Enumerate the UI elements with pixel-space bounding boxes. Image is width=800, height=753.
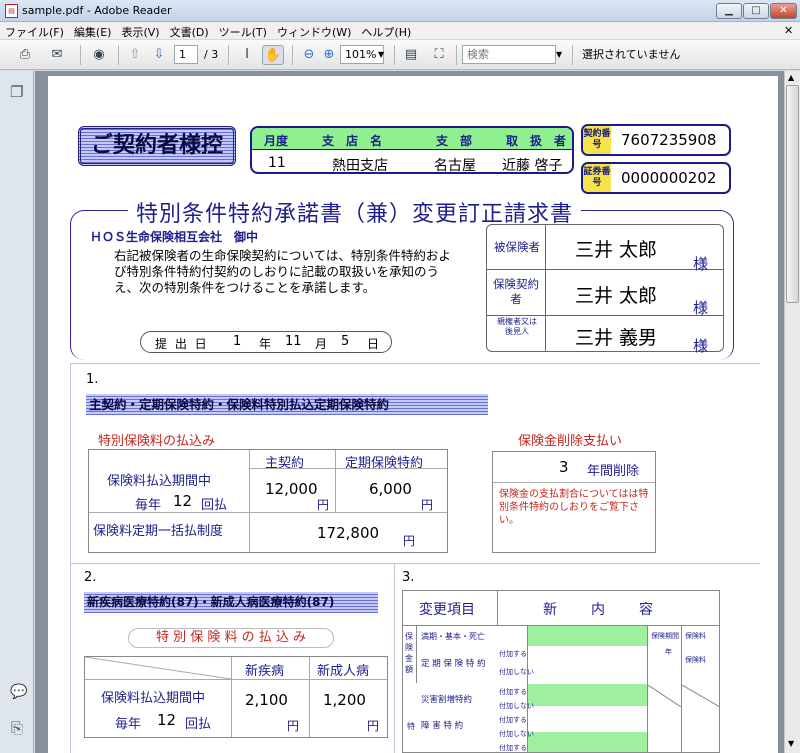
handler-box: 月度 支 店 名 支 部 取 扱 者 11 熱田支店 名古屋 近藤 啓子 xyxy=(250,126,574,174)
menu-document[interactable]: 文書(D) xyxy=(165,22,214,42)
submit-date: 提 出 日 1 年 11 月 5 日 xyxy=(140,331,392,353)
close-button[interactable]: ✕ xyxy=(770,3,797,19)
close-doc-icon[interactable]: ✕ xyxy=(784,24,793,37)
window-title: sample.pdf - Adobe Reader xyxy=(22,4,172,17)
comments-icon[interactable]: 💬 xyxy=(10,684,27,700)
zoom-dropdown-icon[interactable]: ▼ xyxy=(378,45,384,65)
toolbar: ⎙ ✉ ◉ ⇧ ⇩ 1 / 3 I ✋ ⊖ ⊕ 101% ▼ ▤ ⛶ 検索 ▼ … xyxy=(0,40,800,70)
attach-icon[interactable]: ✉ xyxy=(46,45,68,65)
hand-tool-icon[interactable]: ✋ xyxy=(262,45,284,65)
search-input[interactable]: 検索 xyxy=(462,45,556,64)
menu-bar: ファイル(F) 編集(E) 表示(V) 文書(D) ツール(T) ウィンドウ(W) ヘルプ(… xyxy=(0,22,800,40)
minimize-button[interactable]: ▁ xyxy=(716,3,742,19)
menu-window[interactable]: ウィンドウ(W) xyxy=(272,22,356,42)
intro-text: 右記被保険者の生命保険契約については、特別条件特約および特別条件特約付契約のしお… xyxy=(114,248,451,295)
title-bar: ▤ sample.pdf - Adobe Reader ▁ □ ✕ xyxy=(0,0,800,22)
menu-tools[interactable]: ツール(T) xyxy=(214,22,272,42)
menu-help[interactable]: ヘルプ(H) xyxy=(356,22,416,42)
policyholder-name: 三井 太郎 xyxy=(575,285,658,307)
deletion-box: 3 年間削除 保険金の支払割合についてはは特別条件特約のしおりをご覧下さい。 xyxy=(492,451,656,553)
menu-edit[interactable]: 編集(E) xyxy=(69,22,117,42)
select-text-icon[interactable]: I xyxy=(236,45,258,65)
contract-number-box: 契約番号 7607235908 xyxy=(581,124,731,156)
contract-number: 7607235908 xyxy=(621,131,717,149)
vertical-scrollbar[interactable]: ▲ ▼ xyxy=(784,71,800,753)
page-total: / 3 xyxy=(204,48,219,61)
zoom-out-icon[interactable]: ⊖ xyxy=(298,45,320,65)
navigation-panel: ❐ 💬 ⎘ xyxy=(0,71,34,753)
section1-table: 主契約 定期保険特約 保険料払込期間中 毎年 12 回払 12,000 6,00… xyxy=(88,449,448,553)
fit-page-icon[interactable]: ▤ xyxy=(400,45,422,65)
selection-status: 選択されていません xyxy=(582,48,681,61)
fit-width-icon[interactable]: ⛶ xyxy=(428,45,450,65)
zoom-in-icon[interactable]: ⊕ xyxy=(318,45,340,65)
scroll-thumb[interactable] xyxy=(786,85,799,303)
certificate-number: 0000000202 xyxy=(621,169,717,187)
change-table: 変更項目 新 内 容 保険金額 満期・基本・死亡 定 期 保 険 特 約 災害割… xyxy=(402,590,720,753)
pdf-page: ご契約者様控 月度 支 店 名 支 部 取 扱 者 11 熱田支店 名古屋 近藤… xyxy=(48,76,778,753)
company-name: ＨＯＳ生命保険相互会社 御中 xyxy=(90,230,259,244)
collaborate-icon[interactable]: ◉ xyxy=(88,45,110,65)
menu-view[interactable]: 表示(V) xyxy=(116,22,164,42)
page-number-input[interactable]: 1 xyxy=(174,45,198,64)
guardian-name: 三井 義男 xyxy=(575,327,658,349)
copy-label: ご契約者様控 xyxy=(78,126,236,166)
next-page-icon[interactable]: ⇩ xyxy=(148,45,170,65)
prev-page-icon[interactable]: ⇧ xyxy=(124,45,146,65)
persons-box: 被保険者 保険契約者 親権者又は後見人 三井 太郎 三井 太郎 三井 義男 様 … xyxy=(486,224,724,355)
section2-table: 新疾病 新成人病 保険料払込期間中 毎年 12 回払 2,100 1,200 円… xyxy=(84,656,388,738)
menu-file[interactable]: ファイル(F) xyxy=(0,22,69,42)
insured-name: 三井 太郎 xyxy=(575,239,658,261)
tokuyaku-char: 特 xyxy=(407,722,415,731)
search-dropdown-icon[interactable]: ▼ xyxy=(556,45,562,65)
print-icon[interactable]: ⎙ xyxy=(14,45,36,65)
section2-plan: 新疾病医療特約(87)・新成人病医療特約(87) xyxy=(84,592,378,613)
maximize-button[interactable]: □ xyxy=(743,3,769,19)
pages-icon[interactable]: ❐ xyxy=(10,83,23,101)
section1-plan: 主契約・定期保険特約・保険料特別払込定期保険特約 xyxy=(86,394,488,415)
certificate-number-box: 証券番号 0000000202 xyxy=(581,162,731,194)
pdf-icon: ▤ xyxy=(5,4,18,18)
attachments-icon[interactable]: ⎘ xyxy=(11,719,23,737)
